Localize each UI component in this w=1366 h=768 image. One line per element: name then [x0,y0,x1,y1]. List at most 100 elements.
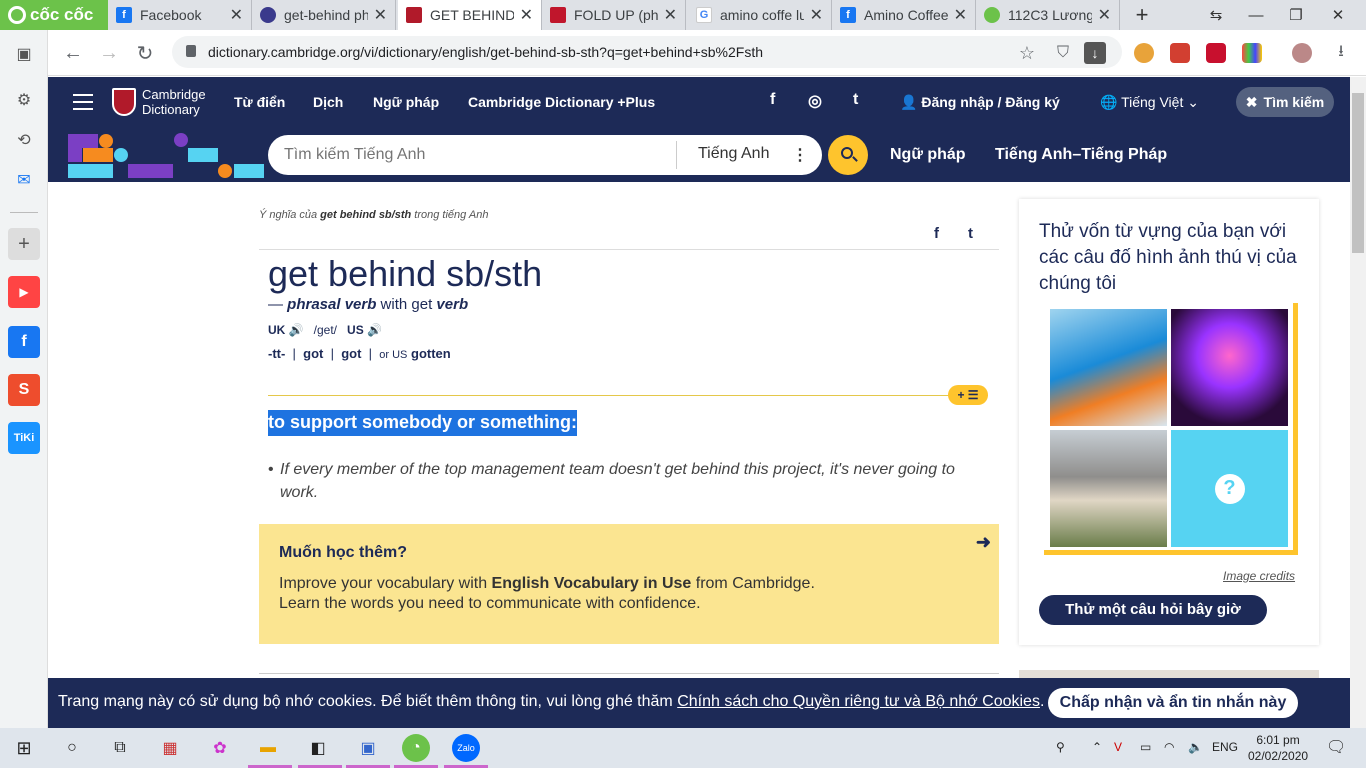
nav-translate[interactable]: Dịch [313,94,343,110]
extension-icon[interactable] [1206,43,1226,63]
youtube-icon[interactable]: ▶ [8,276,40,308]
maximize-button[interactable]: ❐ [1276,0,1316,30]
scrollbar-thumb[interactable] [1352,93,1364,253]
tab-112c3[interactable]: 112C3 Lương ✕ [976,0,1120,30]
playhouse-image[interactable] [1050,430,1167,547]
forward-button[interactable]: → [94,38,124,68]
coccoc-icon[interactable]: ◔ [402,734,430,762]
mystery-image[interactable]: ? [1171,430,1288,547]
search-icon[interactable]: ○ [58,734,86,762]
adblock-icon[interactable] [1170,43,1190,63]
close-icon[interactable]: ✕ [810,5,823,25]
extension-icon[interactable] [1134,43,1154,63]
app-icon[interactable]: ▣ [354,734,382,762]
notification-icon[interactable]: 🗨 [1326,737,1346,757]
close-icon[interactable]: ✕ [1098,5,1111,25]
tab-fold-up[interactable]: FOLD UP (phra✕ [542,0,686,30]
task-view-icon[interactable]: ⧉ [106,734,134,762]
minimize-button[interactable]: — [1236,0,1276,30]
shopee-icon[interactable]: S [8,374,40,406]
search-toggle-button[interactable]: ✖ Tìm kiếm [1236,87,1334,117]
tab-get-behind-active[interactable]: GET BEHIND S✕ [398,0,542,30]
more-options-icon[interactable]: ⋮ [792,145,808,165]
url-field[interactable]: dictionary.cambridge.org/vi/dictionary/e… [172,36,1122,68]
divider [268,395,988,396]
twitter-icon[interactable]: t [853,91,858,109]
download-arrow-icon[interactable]: ⭳ [1326,38,1356,68]
avatar[interactable] [1292,43,1312,63]
close-icon[interactable]: ✕ [954,5,967,25]
sticky-notes-icon[interactable]: ◧ [304,734,332,762]
search-language-selector[interactable]: Tiếng Anh [698,145,769,163]
extension-icon[interactable] [1242,43,1262,63]
language-selector[interactable]: 🌐 Tiếng Việt ⌄ [1100,94,1199,111]
lock-icon [186,45,196,57]
close-window-button[interactable]: ✕ [1318,0,1358,30]
bookmark-star-icon[interactable]: ☆ [1012,38,1042,68]
file-explorer-icon[interactable]: ▬ [254,734,282,762]
nav-dictionary[interactable]: Từ điển [234,94,285,110]
login-link[interactable]: 👤 Đăng nhập / Đăng ký [900,94,1060,111]
tab-get-behind[interactable]: get-behind ph ✕ [252,0,396,30]
shield-icon[interactable]: ⛉ [1048,38,1078,68]
grammar-link[interactable]: Ngữ pháp [890,146,966,164]
search-box: Tiếng Anh ⋮ [268,135,822,175]
tab-amino-google[interactable]: G amino coffe lu ✕ [688,0,832,30]
menu-icon[interactable] [73,94,93,110]
add-icon[interactable]: + [8,228,40,260]
browser-logo[interactable]: cốc cốc [0,0,108,30]
accept-cookies-button[interactable]: Chấp nhận và ẩn tin nhắn này [1048,688,1298,718]
close-icon[interactable]: ✕ [374,5,387,25]
close-icon[interactable]: ✕ [520,5,533,25]
sidebar-toggle-icon[interactable]: ▣ [8,38,40,70]
nav-grammar[interactable]: Ngữ pháp [373,94,439,110]
search-button[interactable] [828,135,868,175]
tab-facebook[interactable]: f Facebook ✕ [108,0,252,30]
app-icon[interactable]: ▦ [156,734,184,762]
waterslide-image[interactable] [1050,309,1167,426]
battery-icon[interactable]: ▭ [1140,740,1151,754]
input-language[interactable]: ENG [1212,740,1238,754]
instagram-icon[interactable]: ◎ [808,91,822,111]
clock[interactable]: 6:01 pm 02/02/2020 [1248,732,1308,764]
gear-icon[interactable]: ⚙ [8,84,40,116]
unikey-icon[interactable]: V [1114,740,1122,754]
try-quiz-button[interactable]: Thử một câu hỏi bây giờ [1039,595,1267,625]
site-logo[interactable]: Cambridge Dictionary [142,87,206,117]
cambridge-shield-icon[interactable] [112,88,136,116]
zalo-icon[interactable]: Zalo [452,734,480,762]
share-facebook-icon[interactable]: f [934,225,939,242]
back-button[interactable]: ← [58,38,88,68]
reload-button[interactable]: ↻ [130,38,160,68]
tab-list-icon[interactable]: ⇆ [1196,0,1236,30]
windows-start-icon[interactable]: ⊞ [10,734,38,762]
nav-plus[interactable]: Cambridge Dictionary +Plus [468,94,655,110]
chevron-up-icon[interactable]: ⌃ [1092,740,1102,754]
share-twitter-icon[interactable]: t [968,225,973,242]
image-credits-link[interactable]: Image credits [1223,569,1295,583]
tiki-icon[interactable]: TiKi [8,422,40,454]
english-french-link[interactable]: Tiếng Anh–Tiếng Pháp [995,146,1167,164]
wifi-icon[interactable]: ◠ [1164,740,1174,754]
volume-icon[interactable]: 🔈 [1188,740,1203,754]
fairground-ride-image[interactable] [1171,309,1288,426]
privacy-policy-link[interactable]: Chính sách cho Quyền riêng tư và Bộ nhớ … [677,693,1040,710]
download-icon[interactable]: ↓ [1084,42,1106,64]
facebook-icon[interactable]: f [8,326,40,358]
close-icon[interactable]: ✕ [230,5,243,25]
promo-box[interactable]: Muốn học thêm? Improve your vocabulary w… [259,524,999,644]
people-icon[interactable]: ⚲ [1056,740,1065,754]
close-icon[interactable]: ✕ [664,5,677,25]
facebook-icon[interactable]: f [770,91,775,109]
add-to-wordlist-button[interactable]: + ☰ [948,385,988,405]
tab-amino-facebook[interactable]: f Amino Coffee ✕ [832,0,976,30]
messenger-icon[interactable]: ✉ [8,164,40,196]
arrow-right-icon[interactable]: ➜ [976,532,991,553]
history-icon[interactable]: ⟲ [8,124,40,156]
speaker-icon[interactable]: 🔊 [367,323,382,337]
app-icon[interactable]: ✿ [206,734,234,762]
new-tab-button[interactable]: + [1122,0,1162,30]
search-input[interactable] [284,145,664,165]
page-scrollbar[interactable] [1350,77,1366,728]
speaker-icon[interactable]: 🔊 [289,323,304,337]
